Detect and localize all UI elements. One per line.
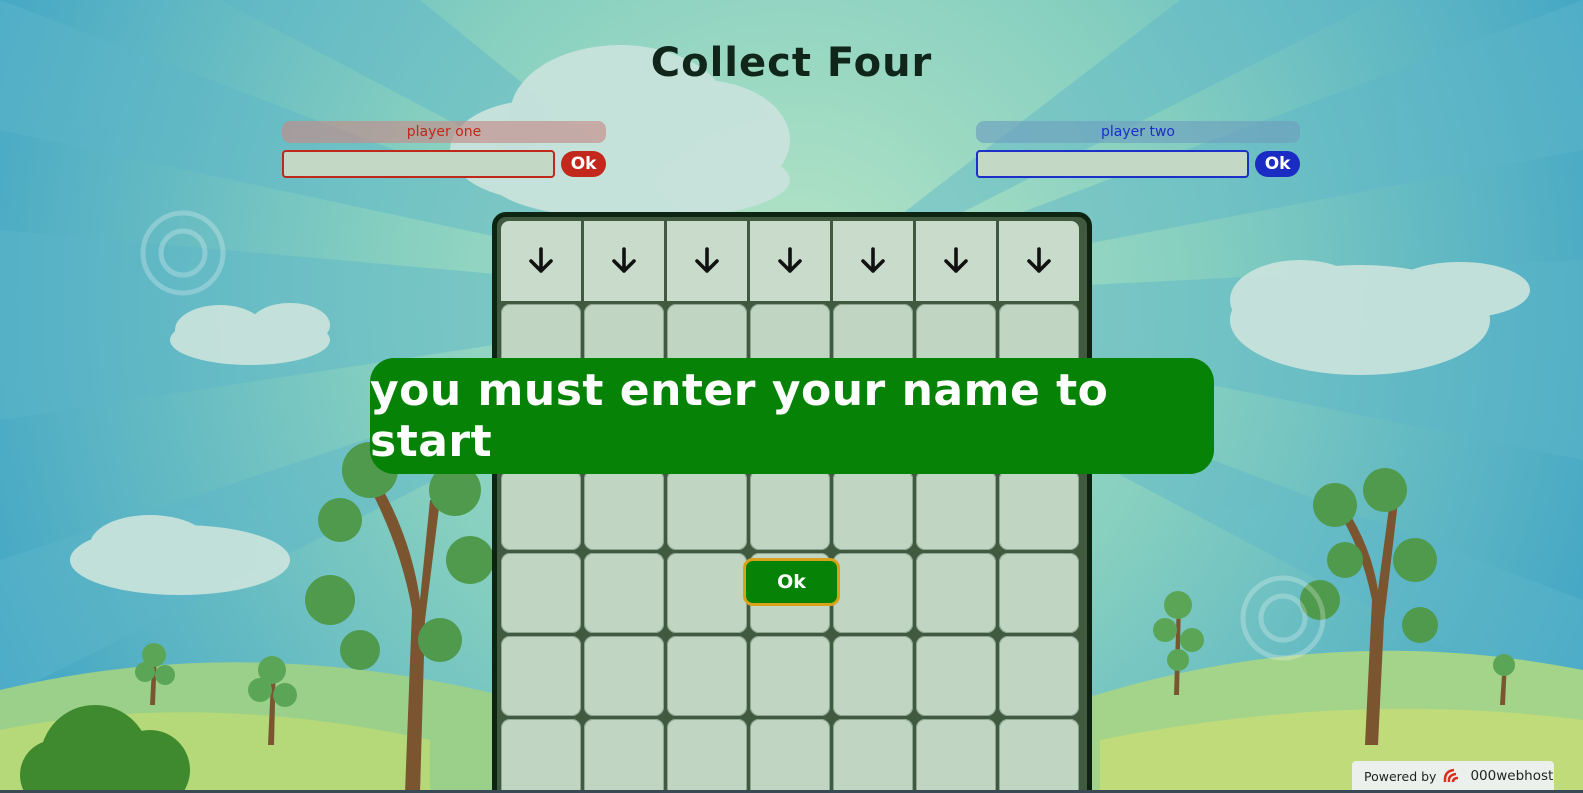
arrow-down-icon: [944, 247, 968, 273]
board-cell: [999, 553, 1079, 633]
start-message-modal: you must enter your name to start: [370, 358, 1214, 474]
board-cell: [999, 470, 1079, 550]
board-cell: [750, 470, 830, 550]
player-one-name-input[interactable]: [282, 150, 556, 178]
drop-column-3-button[interactable]: [667, 221, 747, 301]
webhost-logo-icon: [1444, 768, 1459, 783]
arrow-down-icon: [778, 247, 802, 273]
brand-name: 000webhost: [1470, 768, 1554, 784]
board-cell: [584, 636, 664, 716]
game-board: [492, 212, 1092, 793]
player-one-ok-button[interactable]: Ok: [561, 151, 606, 177]
board-cell: [916, 470, 996, 550]
player-two-ok-button[interactable]: Ok: [1255, 151, 1300, 177]
board-cell: [833, 553, 913, 633]
board-cell: [999, 719, 1079, 793]
drop-column-4-button[interactable]: [750, 221, 830, 301]
modal-ok-button[interactable]: Ok: [743, 558, 840, 606]
drop-column-2-button[interactable]: [584, 221, 664, 301]
board-cell: [916, 636, 996, 716]
board-cell: [501, 636, 581, 716]
player-two-name-input[interactable]: [976, 150, 1250, 178]
board-cell: [501, 470, 581, 550]
board-cell: [584, 719, 664, 793]
board-cell: [833, 470, 913, 550]
board-cell: [833, 719, 913, 793]
powered-by-text: Powered by: [1364, 768, 1437, 784]
board-cell: [667, 719, 747, 793]
board-cell: [667, 553, 747, 633]
board-cell: [916, 553, 996, 633]
arrow-down-icon: [1027, 247, 1051, 273]
drop-column-6-button[interactable]: [916, 221, 996, 301]
arrow-down-icon: [529, 247, 553, 273]
board-cell: [501, 553, 581, 633]
arrow-down-icon: [695, 247, 719, 273]
board-cell: [584, 470, 664, 550]
board-cell: [833, 636, 913, 716]
board-cell: [667, 470, 747, 550]
board-cell: [584, 553, 664, 633]
board-grid: [501, 221, 1087, 793]
modal-message: you must enter your name to start: [370, 365, 1109, 467]
player-two-panel: player two Ok: [976, 121, 1300, 178]
board-cell: [750, 636, 830, 716]
board-cell: [916, 719, 996, 793]
player-one-panel: player one Ok: [282, 121, 606, 178]
drop-column-1-button[interactable]: [501, 221, 581, 301]
board-cell: [750, 719, 830, 793]
board-cell: [999, 636, 1079, 716]
drop-column-7-button[interactable]: [999, 221, 1079, 301]
powered-by-badge[interactable]: Powered by 000webhost: [1352, 761, 1554, 791]
drop-column-5-button[interactable]: [833, 221, 913, 301]
arrow-down-icon: [861, 247, 885, 273]
arrow-down-icon: [612, 247, 636, 273]
player-one-label: player one: [282, 121, 606, 143]
board-cell: [667, 636, 747, 716]
page-title: Collect Four: [650, 40, 933, 86]
player-two-label: player two: [976, 121, 1300, 143]
board-cell: [501, 719, 581, 793]
